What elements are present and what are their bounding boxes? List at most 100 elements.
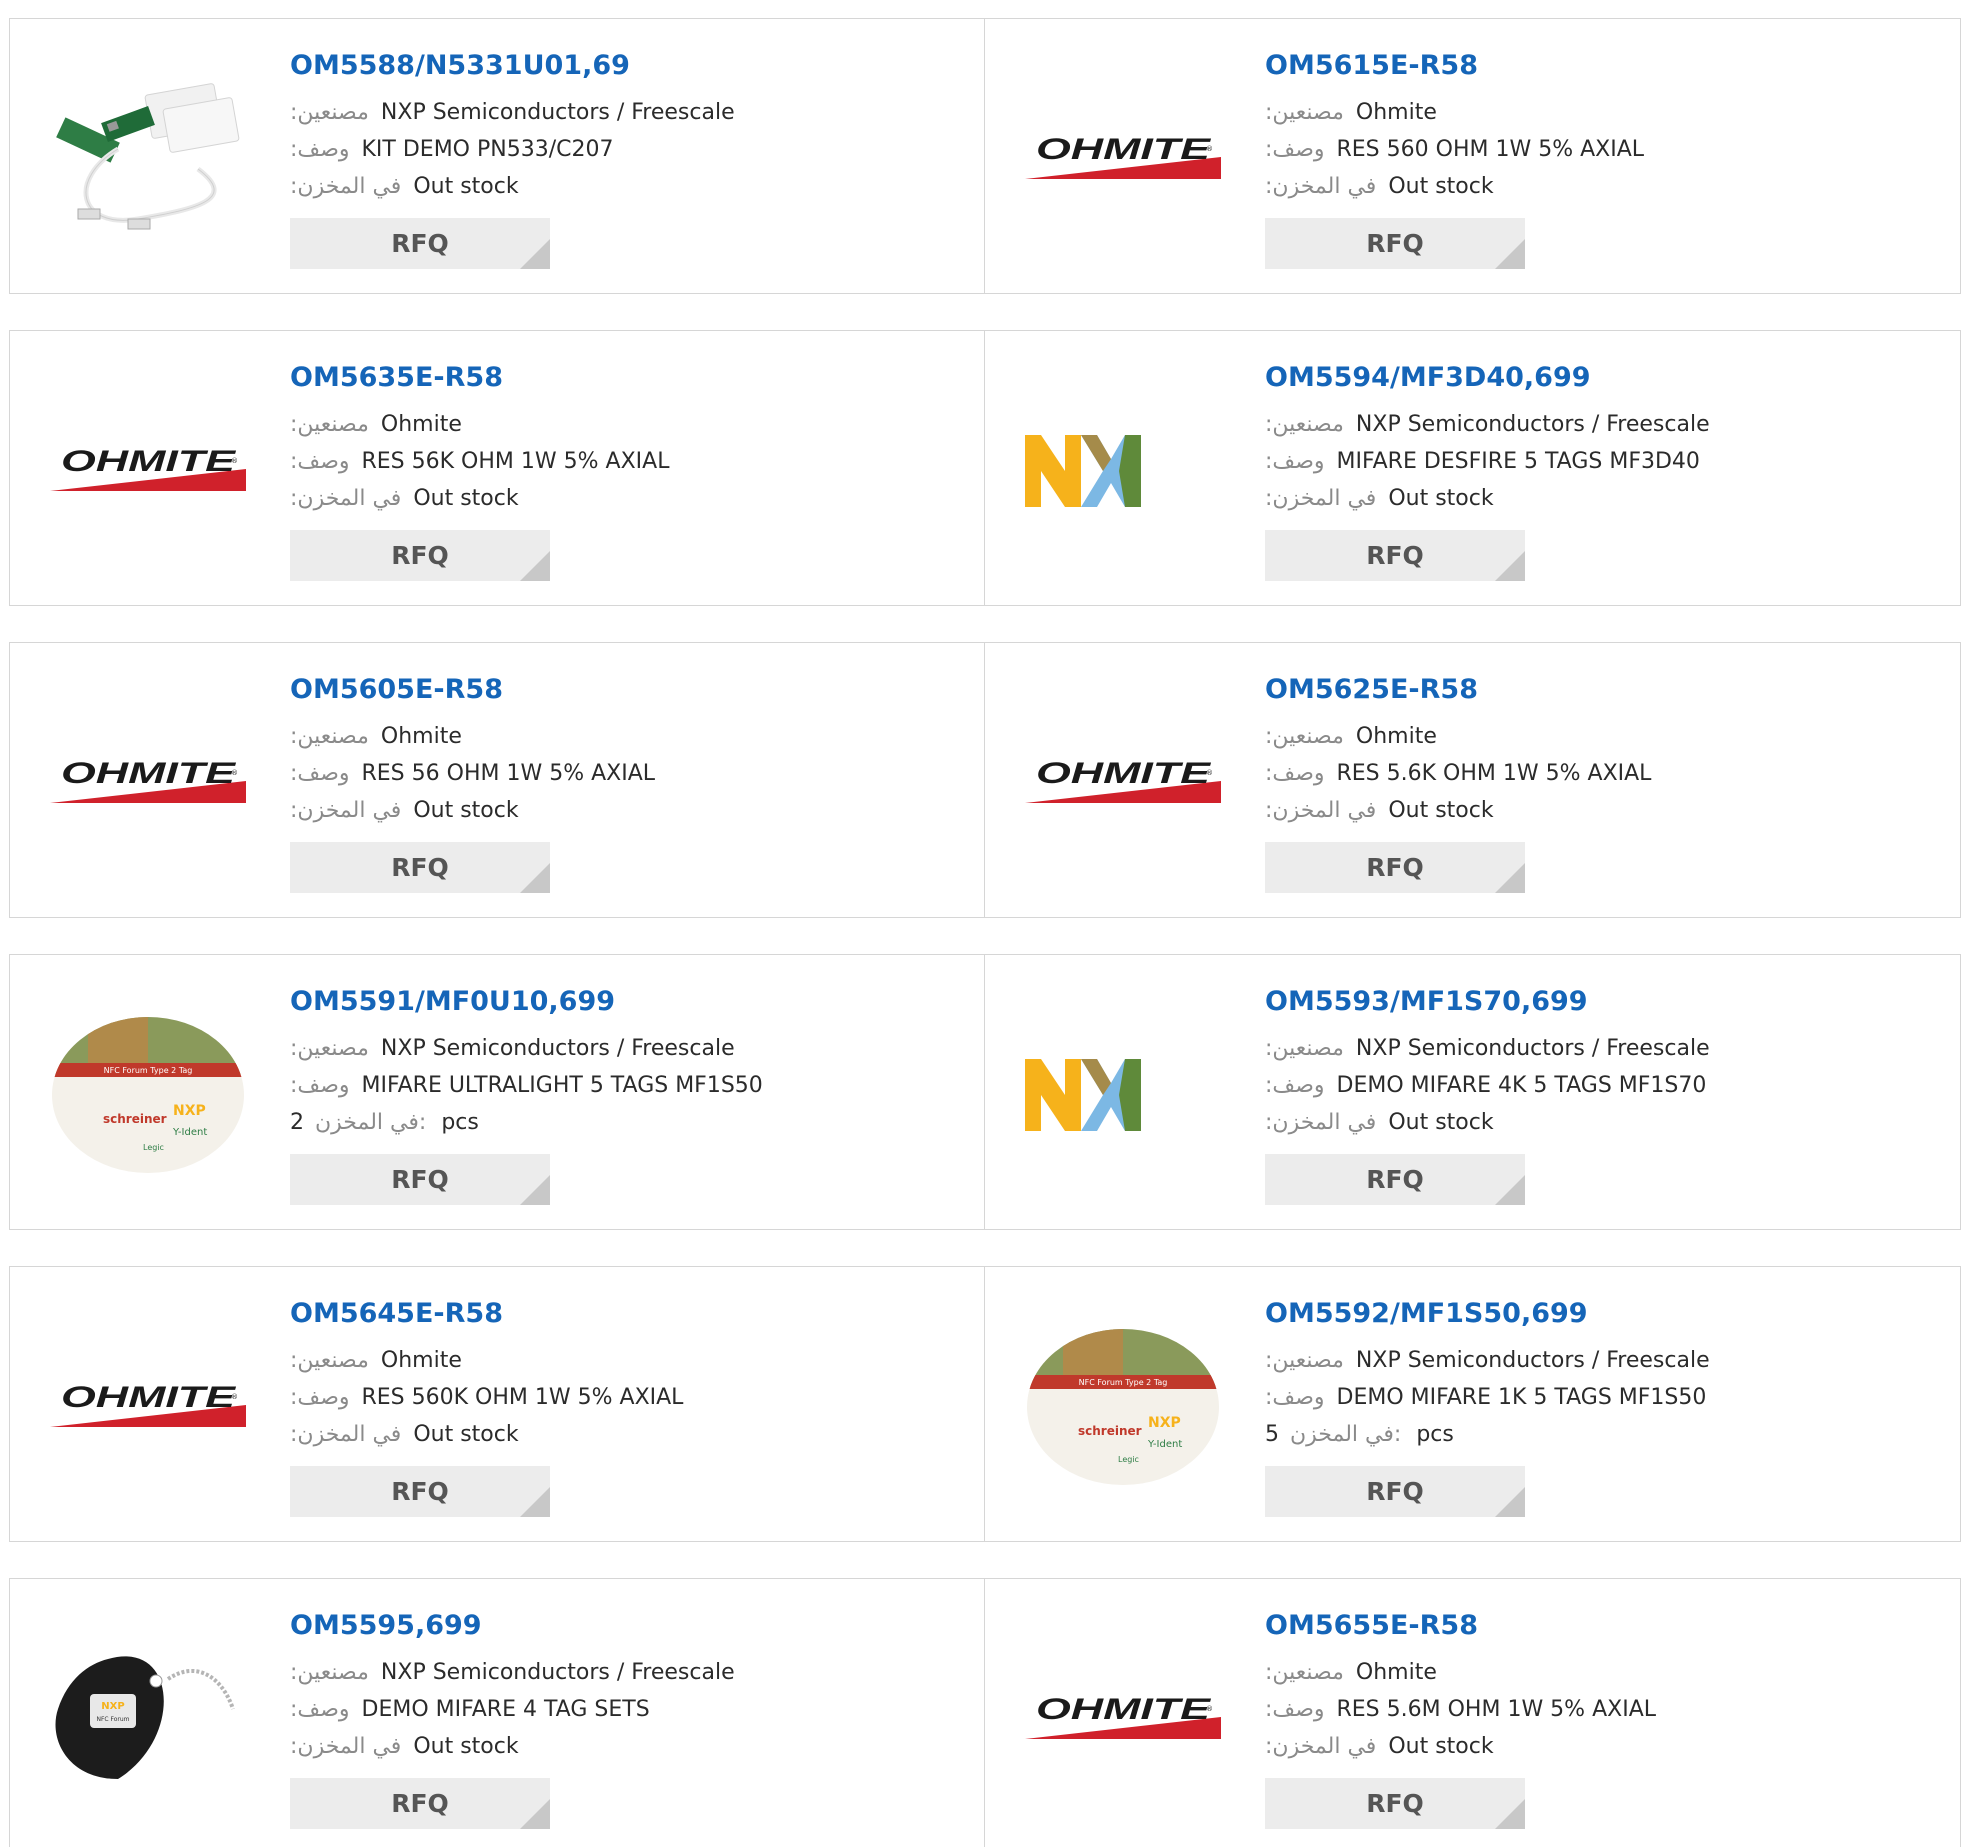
svg-text:®: ®	[1206, 145, 1213, 153]
manufacturer-label: :مصنعين	[290, 1036, 369, 1061]
product-image[interactable]: OHMITE ®	[1023, 683, 1223, 883]
rfq-button[interactable]: RFQ	[1265, 1154, 1525, 1205]
product-image[interactable]: OHMITE ®	[1023, 59, 1223, 259]
manufacturer-line: :مصنعين NXP Semiconductors / Freescale	[290, 1654, 930, 1691]
manufacturer-label: :مصنعين	[1265, 1036, 1344, 1061]
rfq-button[interactable]: RFQ	[1265, 530, 1525, 581]
rfq-label: RFQ	[391, 853, 449, 882]
stock-line: :في المخزن Out stock	[290, 1728, 930, 1765]
product-info: OM5645E-R58 :مصنعين Ohmite :وصف RES 560K O…	[290, 1297, 930, 1517]
part-number-link[interactable]: OM5594/MF3D40,699	[1265, 361, 1905, 395]
description-line: :وصف RES 560 OHM 1W 5% AXIAL	[1265, 131, 1905, 168]
stock-label: :في المخزن	[290, 486, 402, 511]
svg-text:®: ®	[1206, 769, 1213, 777]
stock-value: Out stock	[413, 798, 519, 823]
stock-line: :في المخزن Out stock	[290, 480, 930, 517]
manufacturer-value: NXP Semiconductors / Freescale	[380, 100, 735, 125]
stock-label: :في المخزن	[1265, 1734, 1377, 1759]
rfq-label: RFQ	[1366, 229, 1424, 258]
rfq-corner-decoration	[520, 1799, 550, 1829]
manufacturer-value: NXP Semiconductors / Freescale	[1355, 1348, 1710, 1373]
description-line: :وصف DEMO MIFARE 4K 5 TAGS MF1S70	[1265, 1067, 1905, 1104]
part-number-link[interactable]: OM5593/MF1S70,699	[1265, 985, 1905, 1019]
rfq-corner-decoration	[1495, 239, 1525, 269]
product-image[interactable]	[1023, 995, 1223, 1195]
rfq-label: RFQ	[391, 1165, 449, 1194]
description-label: :وصف	[1265, 1385, 1325, 1410]
svg-text:OHMITE: OHMITE	[1036, 757, 1211, 790]
description-value: RES 560 OHM 1W 5% AXIAL	[1336, 137, 1645, 162]
product-card: OM5593/MF1S70,699 :مصنعين NXP Semiconduct…	[985, 954, 1961, 1230]
rfq-button[interactable]: RFQ	[290, 1466, 550, 1517]
rfq-button[interactable]: RFQ	[290, 1154, 550, 1205]
product-card: OM5588/N5331U01,69 :مصنعين NXP Semiconduc…	[9, 18, 985, 294]
rfq-button[interactable]: RFQ	[1265, 842, 1525, 893]
product-image[interactable]: NXP NFC Forum	[48, 1619, 248, 1819]
svg-text:NXP: NXP	[1148, 1415, 1181, 1431]
product-image[interactable]: OHMITE ®	[48, 683, 248, 883]
rfq-button[interactable]: RFQ	[290, 218, 550, 269]
product-info: OM5625E-R58 :مصنعين Ohmite :وصف RES 5.6K O…	[1265, 673, 1905, 893]
rfq-button[interactable]: RFQ	[290, 1778, 550, 1829]
rfq-corner-decoration	[520, 863, 550, 893]
part-number-link[interactable]: OM5605E-R58	[290, 673, 930, 707]
description-value: DEMO MIFARE 4 TAG SETS	[361, 1697, 650, 1722]
product-image[interactable]: NFC Forum Type 2 Tag schreiner NXP Y-Ide…	[1023, 1307, 1223, 1507]
svg-text:OHMITE: OHMITE	[61, 445, 236, 478]
rfq-corner-decoration	[1495, 1487, 1525, 1517]
rfq-label: RFQ	[1366, 1165, 1424, 1194]
description-label: :وصف	[290, 137, 350, 162]
description-label: :وصف	[290, 1073, 350, 1098]
product-info: OM5593/MF1S70,699 :مصنعين NXP Semiconduct…	[1265, 985, 1905, 1205]
part-number-link[interactable]: OM5588/N5331U01,69	[290, 49, 930, 83]
stock-value: Out stock	[1388, 486, 1494, 511]
product-card: OHMITE ® OM5645E-R58 :مصنعين Ohmite :وصف R…	[9, 1266, 985, 1542]
part-number-link[interactable]: OM5615E-R58	[1265, 49, 1905, 83]
rfq-corner-decoration	[1495, 863, 1525, 893]
svg-text:OHMITE: OHMITE	[1036, 133, 1211, 166]
rfq-label: RFQ	[391, 1789, 449, 1818]
description-value: MIFARE DESFIRE 5 TAGS MF3D40	[1336, 449, 1700, 474]
rfq-button[interactable]: RFQ	[290, 842, 550, 893]
svg-text:OHMITE: OHMITE	[61, 1381, 236, 1414]
stock-line: :في المخزن Out stock	[1265, 168, 1905, 205]
description-value: MIFARE ULTRALIGHT 5 TAGS MF1S50	[361, 1073, 763, 1098]
stock-value: Out stock	[1388, 174, 1494, 199]
description-value: DEMO MIFARE 1K 5 TAGS MF1S50	[1336, 1385, 1707, 1410]
product-image[interactable]: OHMITE ®	[1023, 1619, 1223, 1819]
rfq-label: RFQ	[391, 541, 449, 570]
product-info: OM5635E-R58 :مصنعين Ohmite :وصف RES 56K OH…	[290, 361, 930, 581]
stock-line: 5 في المخزن: pcs	[1265, 1416, 1905, 1453]
rfq-button[interactable]: RFQ	[1265, 1466, 1525, 1517]
rfq-button[interactable]: RFQ	[290, 530, 550, 581]
svg-text:®: ®	[231, 457, 238, 465]
rfq-corner-decoration	[520, 1487, 550, 1517]
rfq-corner-decoration	[1495, 1799, 1525, 1829]
rfq-button[interactable]: RFQ	[1265, 1778, 1525, 1829]
product-image[interactable]: OHMITE ®	[48, 371, 248, 571]
product-image[interactable]: NFC Forum Type 2 Tag schreiner NXP Y-Ide…	[48, 995, 248, 1195]
rfq-label: RFQ	[1366, 853, 1424, 882]
stock-value: Out stock	[1388, 798, 1494, 823]
rfq-button[interactable]: RFQ	[1265, 218, 1525, 269]
description-label: :وصف	[1265, 761, 1325, 786]
stock-value: Out stock	[1388, 1734, 1494, 1759]
part-number-link[interactable]: OM5645E-R58	[290, 1297, 930, 1331]
product-image[interactable]	[1023, 371, 1223, 571]
part-number-link[interactable]: OM5591/MF0U10,699	[290, 985, 930, 1019]
stock-label: في المخزن:	[315, 1110, 427, 1135]
manufacturer-line: :مصنعين Ohmite	[1265, 718, 1905, 755]
part-number-link[interactable]: OM5592/MF1S50,699	[1265, 1297, 1905, 1331]
part-number-link[interactable]: OM5595,699	[290, 1609, 930, 1643]
description-line: :وصف RES 5.6M OHM 1W 5% AXIAL	[1265, 1691, 1905, 1728]
part-number-link[interactable]: OM5655E-R58	[1265, 1609, 1905, 1643]
stock-line: :في المخزن Out stock	[1265, 792, 1905, 829]
part-number-link[interactable]: OM5625E-R58	[1265, 673, 1905, 707]
stock-value: Out stock	[413, 1734, 519, 1759]
description-value: RES 560K OHM 1W 5% AXIAL	[361, 1385, 684, 1410]
product-image[interactable]: OHMITE ®	[48, 1307, 248, 1507]
product-image[interactable]	[48, 59, 248, 259]
part-number-link[interactable]: OM5635E-R58	[290, 361, 930, 395]
product-row: OHMITE ® OM5645E-R58 :مصنعين Ohmite :وصف R…	[9, 1266, 1961, 1542]
manufacturer-line: :مصنعين NXP Semiconductors / Freescale	[1265, 1030, 1905, 1067]
